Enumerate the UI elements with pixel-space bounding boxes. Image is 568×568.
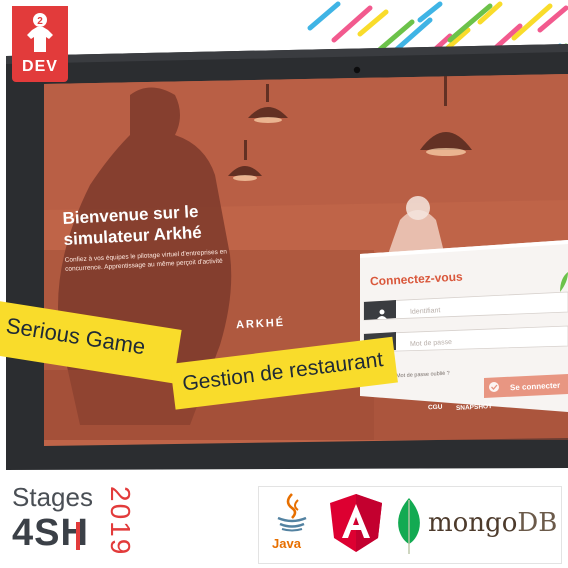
dev-label: DEV (22, 58, 58, 75)
java-icon (277, 493, 307, 532)
stages-label: Stages (12, 482, 93, 512)
user-icon (376, 306, 388, 319)
logo-red-bar (76, 522, 80, 550)
camera-icon (353, 66, 361, 74)
mongodb-leaf-icon (398, 498, 420, 554)
mongodb-label-b: DB (517, 508, 558, 538)
mongodb-label: mongoDB (428, 508, 557, 538)
dev-badge: 2 DEV (12, 6, 68, 82)
angular-icon (330, 494, 382, 552)
mongodb-label-a: mongo (428, 508, 518, 538)
welcome-block: Bienvenue sur le simulateur Arkhé Confie… (62, 200, 228, 274)
arkhe-logo: ARKHÉ (235, 316, 286, 332)
svg-text:2: 2 (37, 16, 43, 27)
java-label: Java (272, 536, 301, 551)
year-label: 2019 (105, 486, 136, 557)
tshirt-icon: 2 (27, 13, 53, 52)
partner-logo-1: CGU (427, 403, 443, 412)
